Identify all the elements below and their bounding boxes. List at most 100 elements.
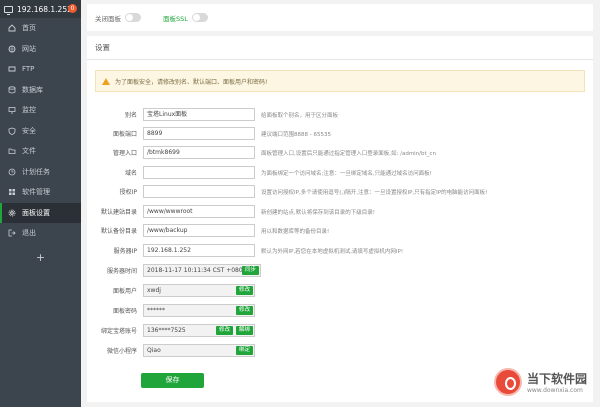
close-panel-toggle[interactable] — [125, 13, 141, 22]
monitor-icon — [8, 106, 16, 114]
bind-account-value: 136****7525 — [147, 327, 186, 334]
domain-label: 域名 — [124, 170, 137, 177]
entry-input[interactable]: /btmk8699 — [143, 146, 255, 159]
close-panel-label: 关闭面板 — [95, 14, 121, 23]
exit-icon — [8, 229, 16, 237]
sidebar-item-software[interactable]: 软件管理 — [0, 182, 81, 203]
clock-icon — [8, 168, 16, 176]
sidebar-item-logout[interactable]: 退出 — [0, 223, 81, 244]
panel-ssl-toggle-group: 面板SSL — [163, 13, 208, 23]
row-domain: 域名 为面板绑定一个访问域名;注意：一旦绑定域名,只能通过域名访问面板! — [87, 166, 593, 179]
panel-title: 设置 — [87, 36, 593, 60]
database-icon — [8, 86, 16, 94]
modify-account-button[interactable]: 修改 — [215, 326, 233, 335]
row-panel-password: 面板密码 ****** 修改 — [87, 304, 593, 317]
shield-icon — [8, 127, 16, 135]
port-hint: 建议端口范围8888 - 65535 — [261, 131, 331, 138]
sidebar-menu: 首页 网站 FTP 数据库 监控 安全 文件 计划任务 软件管理 面板设置 退出 — [0, 18, 81, 244]
watermark-url: www.downxia.com — [526, 387, 583, 394]
sidebar-item-label: 退出 — [22, 229, 36, 238]
row-server-time: 服务器时间 2018-11-17 10:11:34 CST +0800 同步 — [87, 264, 593, 277]
panel-user-label: 面板用户 — [112, 288, 137, 295]
alias-hint: 给面板取个别名，用于区分面板 — [261, 112, 339, 119]
sidebar-item-label: 软件管理 — [22, 188, 50, 197]
save-button[interactable]: 保存 — [141, 373, 204, 388]
modify-user-button[interactable]: 修改 — [235, 286, 253, 295]
alias-input[interactable]: 宝塔Linux面板 — [143, 108, 255, 121]
panel-password-value: ****** — [147, 307, 165, 314]
watermark: 当下软件园 www.downxia.com — [493, 368, 587, 396]
ftp-icon — [8, 65, 16, 73]
server-ip-hint: 默认为外网IP,若您在本地虚拟机测试,请填写虚拟机内网IP! — [261, 248, 404, 255]
wechat-field: Qiao 绑定 — [143, 344, 255, 357]
home-icon — [8, 24, 16, 32]
row-server-ip: 服务器IP 192.168.1.252 默认为外网IP,若您在本地虚拟机测试,请… — [87, 244, 593, 257]
add-button[interactable]: + — [0, 251, 81, 264]
sidebar-item-home[interactable]: 首页 — [0, 18, 81, 39]
watermark-title: 当下软件园 — [526, 372, 587, 386]
site-dir-hint: 新创建的站点,默认将保存到该目录的下级目录! — [261, 209, 375, 216]
warning-icon — [102, 77, 110, 85]
sidebar-item-label: 首页 — [22, 24, 36, 33]
wechat-label: 微信小程序 — [106, 348, 137, 355]
site-dir-input[interactable]: /www/wwwroot — [143, 205, 255, 218]
sidebar-item-label: FTP — [22, 65, 35, 74]
panel-password-label: 面板密码 — [112, 308, 137, 315]
sidebar-item-label: 数据库 — [22, 85, 43, 94]
sidebar-item-ftp[interactable]: FTP — [0, 59, 81, 80]
domain-input[interactable] — [143, 166, 255, 179]
sidebar-header: 192.168.1.252 0 — [0, 0, 81, 18]
server-icon — [4, 5, 13, 15]
row-wechat: 微信小程序 Qiao 绑定 — [87, 344, 593, 357]
sidebar-item-website[interactable]: 网站 — [0, 39, 81, 60]
panel-ssl-toggle[interactable] — [191, 13, 208, 22]
backup-dir-hint: 用以和数据库等的备份目录! — [261, 228, 330, 235]
gear-icon — [8, 209, 16, 217]
sidebar-item-label: 网站 — [22, 44, 36, 53]
backup-dir-label: 默认备份目录 — [100, 228, 137, 235]
sidebar-item-security[interactable]: 安全 — [0, 121, 81, 142]
bind-wechat-button[interactable]: 绑定 — [235, 346, 253, 355]
auth-ip-input[interactable] — [143, 185, 255, 198]
sidebar-item-panel-settings[interactable]: 面板设置 — [0, 202, 81, 223]
bind-account-field: 136****7525 修改 解绑 — [143, 324, 255, 337]
panel-password-field: ****** 修改 — [143, 304, 255, 317]
sidebar-item-label: 安全 — [22, 126, 36, 135]
top-toggle-bar: 关闭面板 面板SSL — [87, 4, 593, 31]
notification-badge[interactable]: 0 — [68, 4, 77, 13]
globe-icon — [8, 45, 16, 53]
sync-time-button[interactable]: 同步 — [241, 266, 259, 275]
panel-user-field: xwdj 修改 — [143, 284, 255, 297]
server-ip: 192.168.1.252 — [17, 4, 72, 14]
wechat-value: Qiao — [147, 347, 161, 354]
sidebar-item-label: 文件 — [22, 147, 36, 156]
row-auth-ip: 授权IP 设置访问授权IP,多个请使用逗号(,)隔开,注意：一旦设置授权IP,只… — [87, 185, 593, 198]
sidebar-item-database[interactable]: 数据库 — [0, 80, 81, 101]
modify-password-button[interactable]: 修改 — [235, 306, 253, 315]
alert-text: 为了面板安全，请修改别名、默认端口、面板用户和密码! — [115, 78, 268, 86]
port-label: 面板端口 — [112, 131, 137, 138]
backup-dir-input[interactable]: /www/backup — [143, 224, 255, 237]
server-time-value: 2018-11-17 10:11:34 CST +0800 — [147, 267, 247, 274]
port-input[interactable]: 8899 — [143, 127, 255, 140]
server-ip-input[interactable]: 192.168.1.252 — [143, 244, 255, 257]
sidebar: 192.168.1.252 0 首页 网站 FTP 数据库 监控 安全 文件 计… — [0, 0, 81, 407]
unbind-account-button[interactable]: 解绑 — [235, 326, 253, 335]
sidebar-item-monitor[interactable]: 监控 — [0, 100, 81, 121]
row-entry: 管理入口 /btmk8699 面板管理入口,设置后只能通过指定管理入口登录面板,… — [87, 146, 593, 159]
row-alias: 别名 宝塔Linux面板 给面板取个别名，用于区分面板 — [87, 108, 593, 121]
sidebar-item-cron[interactable]: 计划任务 — [0, 162, 81, 183]
watermark-text: 当下软件园 www.downxia.com — [527, 370, 587, 394]
sidebar-item-label: 面板设置 — [22, 208, 50, 217]
sidebar-item-label: 计划任务 — [22, 167, 50, 176]
server-time-field: 2018-11-17 10:11:34 CST +0800 同步 — [143, 264, 261, 277]
domain-hint: 为面板绑定一个访问域名;注意：一旦绑定域名,只能通过域名访问面板! — [261, 170, 432, 177]
close-panel-toggle-group: 关闭面板 — [95, 13, 141, 23]
watermark-logo-icon — [493, 368, 522, 396]
sidebar-item-files[interactable]: 文件 — [0, 141, 81, 162]
row-site-dir: 默认建站目录 /www/wwwroot 新创建的站点,默认将保存到该目录的下级目… — [87, 205, 593, 218]
server-time-label: 服务器时间 — [106, 268, 137, 275]
entry-hint: 面板管理入口,设置后只能通过指定管理入口登录面板,如: /admin/bt_cn — [261, 150, 436, 157]
panel-ssl-label: 面板SSL — [163, 14, 188, 23]
row-bind-account: 绑定宝塔账号 136****7525 修改 解绑 — [87, 324, 593, 337]
